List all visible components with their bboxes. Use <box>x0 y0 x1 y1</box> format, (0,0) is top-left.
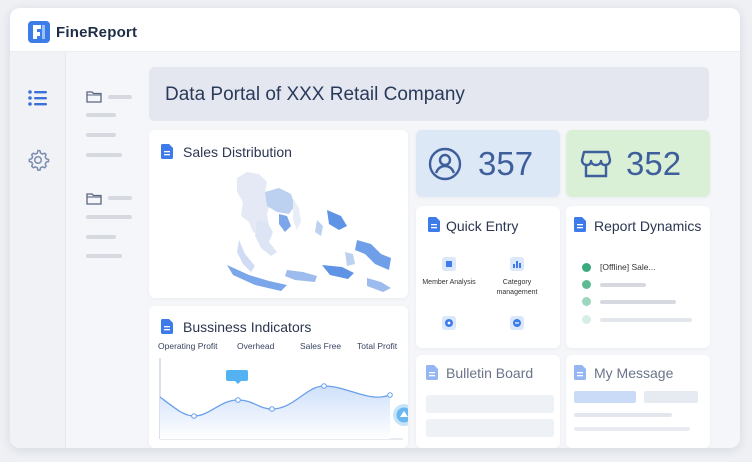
tree-item-placeholder[interactable] <box>86 215 132 219</box>
gear-icon[interactable] <box>26 148 50 172</box>
kpi-stores-card[interactable]: 352 <box>566 130 710 197</box>
quick-entry-label[interactable]: Member Analysis <box>419 278 479 288</box>
status-dot <box>582 315 591 324</box>
category-management-icon[interactable] <box>510 257 524 271</box>
top-bar: FineReport <box>10 8 740 52</box>
left-nav-rail <box>10 52 66 448</box>
message-item-placeholder[interactable] <box>574 413 672 417</box>
tree-item-placeholder[interactable] <box>86 153 122 157</box>
status-dot <box>582 280 591 289</box>
card-title: Quick Entry <box>446 218 519 234</box>
indicator-trend-chart[interactable] <box>158 353 408 443</box>
report-item-placeholder[interactable] <box>600 283 646 287</box>
folder-tree <box>66 52 146 448</box>
finereport-logo-icon <box>28 21 50 43</box>
quick-entry-card: Quick Entry Member Analysis Category man… <box>416 206 560 348</box>
bulletin-item-placeholder[interactable] <box>426 395 554 413</box>
folder-icon[interactable] <box>86 192 102 205</box>
document-icon <box>574 365 586 380</box>
status-dot <box>582 263 591 272</box>
indicator-label[interactable]: Overhead <box>237 341 274 351</box>
report-dynamics-card: Report Dynamics [Offline] Sale... <box>566 206 710 348</box>
sales-distribution-card[interactable]: Sales Distribution <box>149 130 408 298</box>
tree-item-placeholder[interactable] <box>86 133 116 137</box>
list-menu-icon[interactable] <box>26 86 50 110</box>
card-title: Sales Distribution <box>183 144 292 160</box>
page-header: Data Portal of XXX Retail Company <box>149 67 709 121</box>
tree-item-placeholder[interactable] <box>86 113 116 117</box>
tree-item-placeholder[interactable] <box>86 235 116 239</box>
report-item[interactable]: [Offline] Sale... <box>600 262 656 272</box>
document-icon <box>426 365 438 380</box>
compass-icon[interactable] <box>442 316 456 330</box>
card-title: Report Dynamics <box>594 218 702 234</box>
logo[interactable]: FineReport <box>28 21 137 43</box>
card-title: My Message <box>594 365 674 381</box>
document-icon <box>161 144 173 159</box>
bulletin-item-placeholder[interactable] <box>426 419 554 437</box>
search-icon[interactable] <box>510 316 524 330</box>
southeast-asia-map[interactable] <box>227 170 397 295</box>
tree-item-placeholder[interactable] <box>86 254 122 258</box>
quick-entry-label[interactable]: Category management <box>487 278 547 298</box>
folder-icon[interactable] <box>86 90 102 103</box>
document-icon <box>428 217 440 232</box>
user-profile-icon <box>428 147 462 181</box>
report-item-placeholder[interactable] <box>600 318 692 322</box>
message-item-placeholder[interactable] <box>574 427 690 431</box>
report-item-placeholder[interactable] <box>600 300 676 304</box>
app-window: FineReport Data Portal of XXX Retail Com… <box>10 8 740 448</box>
kpi-users-value: 357 <box>478 145 534 182</box>
status-dot <box>582 297 591 306</box>
indicator-label[interactable]: Total Profit <box>357 341 397 351</box>
tree-item-placeholder[interactable] <box>108 196 132 200</box>
indicator-label[interactable]: Sales Free <box>300 341 341 351</box>
my-message-card: My Message <box>566 355 710 448</box>
document-icon <box>574 217 586 232</box>
card-title: Bulletin Board <box>446 365 534 381</box>
kpi-stores-value: 352 <box>626 145 682 182</box>
kpi-users-card[interactable]: 357 <box>416 130 560 197</box>
indicator-label[interactable]: Operating Profit <box>158 341 218 351</box>
page-title: Data Portal of XXX Retail Company <box>165 84 465 105</box>
message-tab-active[interactable] <box>574 391 636 403</box>
card-title: Bussiness Indicators <box>183 319 312 335</box>
message-tab[interactable] <box>644 391 698 403</box>
store-icon <box>580 150 612 178</box>
member-analysis-icon[interactable] <box>442 257 456 271</box>
tree-item-placeholder[interactable] <box>108 95 132 99</box>
logo-text: FineReport <box>56 23 138 41</box>
bulletin-board-card: Bulletin Board <box>416 355 560 448</box>
document-icon <box>161 319 173 334</box>
